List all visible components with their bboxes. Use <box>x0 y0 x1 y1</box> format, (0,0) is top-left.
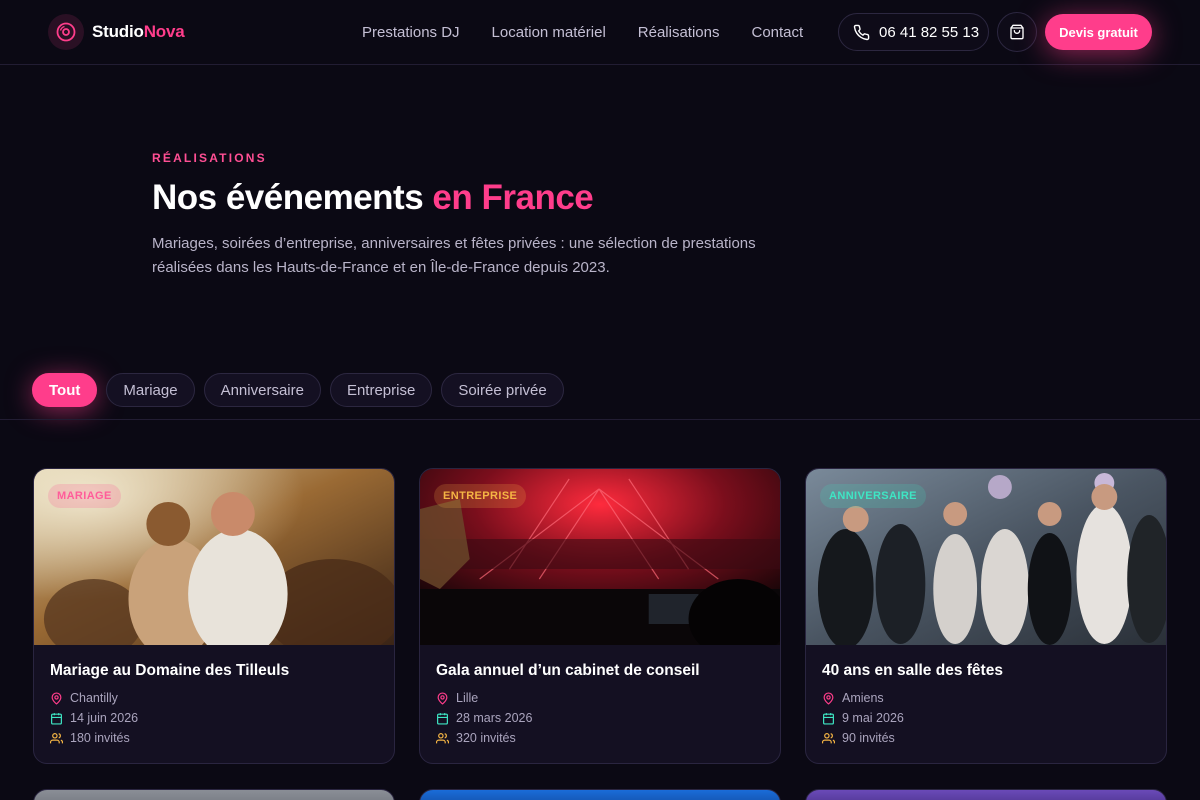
card-title: Mariage au Domaine des Tilleuls <box>50 662 290 679</box>
site-header: StudioNova Prestations DJ Location matér… <box>0 0 1200 65</box>
card-guests: 180 invités <box>50 731 130 745</box>
vinyl-disc-icon <box>48 14 84 50</box>
event-card-partial[interactable] <box>419 789 781 800</box>
event-card-partial[interactable] <box>805 789 1167 800</box>
card-date: 28 mars 2026 <box>436 711 532 725</box>
shopping-bag-icon <box>1010 24 1024 40</box>
page-title: Nos événements en France <box>152 178 594 217</box>
page-description: Mariages, soirées d’entreprise, annivers… <box>152 235 756 276</box>
nav-contact[interactable]: Contact <box>752 24 804 41</box>
filter-soiree-privee[interactable]: Soirée privée <box>441 373 564 407</box>
card-guests: 90 invités <box>822 731 895 745</box>
card-title: 40 ans en salle des fêtes <box>822 662 1003 679</box>
divider <box>0 419 1200 420</box>
card-title: Gala annuel d’un cabinet de conseil <box>436 662 700 679</box>
category-filters: Tout Mariage Anniversaire Entreprise Soi… <box>32 373 573 407</box>
nav-prestations-dj[interactable]: Prestations DJ <box>362 24 460 41</box>
users-icon <box>436 732 449 743</box>
filter-mariage[interactable]: Mariage <box>106 373 195 407</box>
map-pin-icon <box>437 691 448 705</box>
free-quote-button[interactable]: Devis gratuit <box>1045 14 1152 50</box>
card-location: Lille <box>436 691 478 705</box>
category-badge: ANNIVERSAIRE <box>820 484 926 508</box>
event-card[interactable]: ENTREPRISE Gala annuel d’un cabinet de c… <box>419 468 781 764</box>
calendar-icon <box>823 712 834 725</box>
main-nav: Prestations DJ Location matériel Réalisa… <box>346 0 819 64</box>
users-icon <box>50 732 63 743</box>
filter-entreprise[interactable]: Entreprise <box>329 373 433 407</box>
cart-button[interactable] <box>997 12 1037 52</box>
event-card[interactable]: ANNIVERSAIRE 40 ans en salle des fêtes A… <box>805 468 1167 764</box>
nav-location-materiel[interactable]: Location matériel <box>492 24 606 41</box>
card-date: 14 juin 2026 <box>50 711 138 725</box>
card-date: 9 mai 2026 <box>822 711 904 725</box>
category-badge: MARIAGE <box>48 484 121 508</box>
event-card-partial[interactable] <box>33 789 395 800</box>
section-eyebrow: RÉALISATIONS <box>152 151 267 165</box>
calendar-icon <box>51 712 62 725</box>
phone-icon <box>853 24 870 40</box>
users-icon <box>822 732 835 743</box>
brand-name: StudioNova <box>92 22 185 41</box>
map-pin-icon <box>51 691 62 705</box>
filter-tout[interactable]: Tout <box>32 373 98 407</box>
calendar-icon <box>437 712 448 725</box>
logo[interactable]: StudioNova <box>48 14 185 50</box>
event-card[interactable]: MARIAGE Mariage au Domaine des Tilleuls … <box>33 468 395 764</box>
card-location: Amiens <box>822 691 884 705</box>
phone-number: 06 41 82 55 13 <box>879 23 980 41</box>
category-badge: ENTREPRISE <box>434 484 527 508</box>
phone-button[interactable]: 06 41 82 55 13 <box>838 13 989 51</box>
nav-realisations[interactable]: Réalisations <box>638 24 720 41</box>
filter-anniversaire[interactable]: Anniversaire <box>203 373 321 407</box>
map-pin-icon <box>823 691 834 705</box>
card-guests: 320 invités <box>436 731 516 745</box>
card-location: Chantilly <box>50 691 118 705</box>
